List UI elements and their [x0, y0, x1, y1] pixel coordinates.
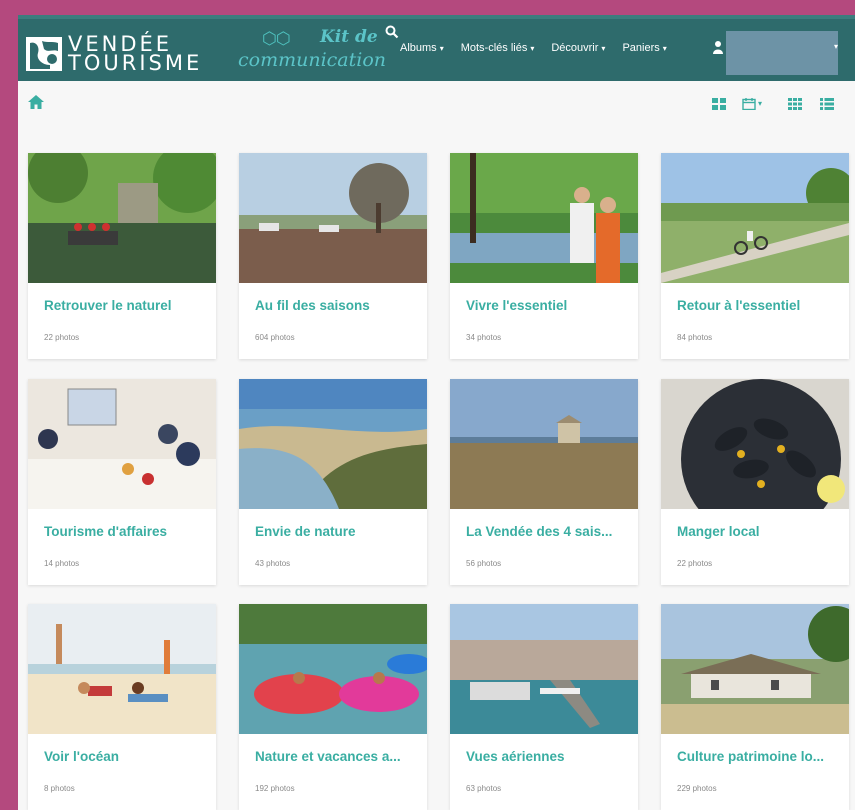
menu-paniers[interactable]: Paniers ▾ — [622, 42, 666, 54]
main-menu: Albums ▾ Mots-clés liés ▾ Découvrir ▾ Panie… — [400, 42, 684, 54]
album-card[interactable]: Voir l'océan 8 photos — [28, 604, 216, 810]
campsite-photo — [239, 153, 427, 283]
app-window: VENDÉE TOURISME ⬡⬡ Kit de communication … — [18, 15, 855, 810]
album-card[interactable]: Nature et vacances a... 192 photos — [239, 604, 427, 810]
album-title: Manger local — [677, 524, 760, 539]
harbour-aerial-photo — [450, 604, 638, 734]
chevron-down-icon: ▾ — [662, 44, 667, 53]
top-navbar: VENDÉE TOURISME ⬡⬡ Kit de communication … — [18, 15, 855, 81]
album-photo-count: 84 photos — [677, 333, 713, 342]
album-title: Au fil des saisons — [255, 298, 370, 313]
album-title: La Vendée des 4 sais... — [466, 524, 613, 539]
chevron-down-icon: ▾ — [530, 44, 535, 53]
album-card[interactable]: Manger local 22 photos — [661, 379, 849, 585]
album-title: Vues aériennes — [466, 749, 565, 764]
album-photo-count: 34 photos — [466, 333, 502, 342]
search-icon[interactable] — [385, 25, 399, 39]
kit-communication-badge[interactable]: ⬡⬡ Kit de communication — [236, 25, 386, 75]
user-menu[interactable] — [726, 31, 838, 75]
water-park-photo — [239, 604, 427, 734]
album-title: Retour à l'essentiel — [677, 298, 801, 313]
album-card[interactable]: Retrouver le naturel 22 photos — [28, 153, 216, 359]
album-title: Tourisme d'affaires — [44, 524, 167, 539]
album-photo-count: 14 photos — [44, 559, 80, 568]
album-photo-count: 8 photos — [44, 784, 75, 793]
home-icon[interactable] — [28, 95, 44, 109]
album-title: Culture patrimoine lo... — [677, 749, 825, 764]
vendee-tourisme-logo[interactable]: VENDÉE TOURISME — [26, 34, 226, 75]
album-photo-count: 604 photos — [255, 333, 295, 342]
kit-title: Kit de — [320, 27, 378, 47]
chevron-down-icon: ▾ — [601, 44, 606, 53]
chevron-down-icon: ▾ — [439, 44, 444, 53]
cycling-path-photo — [661, 153, 849, 283]
list-view-icon[interactable] — [820, 98, 834, 110]
album-photo-count: 43 photos — [255, 559, 291, 568]
album-card[interactable]: Retour à l'essentiel 84 photos — [661, 153, 849, 359]
thumbnail-view-icon[interactable] — [712, 98, 726, 110]
album-card[interactable]: Au fil des saisons 604 photos — [239, 153, 427, 359]
album-card[interactable]: Tourisme d'affaires 14 photos — [28, 379, 216, 585]
mussels-photo — [661, 379, 849, 509]
menu-mots-cles[interactable]: Mots-clés liés ▾ — [461, 42, 535, 54]
album-card[interactable]: La Vendée des 4 sais... 56 photos — [450, 379, 638, 585]
vendee-logo-icon — [26, 37, 62, 71]
album-title: Envie de nature — [255, 524, 356, 539]
meeting-room-photo — [28, 379, 216, 509]
album-photo-count: 229 photos — [677, 784, 717, 793]
album-photo-count: 63 photos — [466, 784, 502, 793]
calendar-chevron-icon[interactable]: ▾ — [758, 99, 772, 111]
couple-lake-photo — [450, 153, 638, 283]
river-canoe-photo — [28, 153, 216, 283]
album-card[interactable]: Vues aériennes 63 photos — [450, 604, 638, 810]
menu-paniers-label: Paniers — [622, 42, 660, 54]
album-title: Vivre l'essentiel — [466, 298, 568, 313]
grid-view-icon[interactable] — [788, 98, 802, 110]
album-photo-count: 56 photos — [466, 559, 502, 568]
album-photo-count: 22 photos — [44, 333, 80, 342]
menu-decouvrir[interactable]: Découvrir ▾ — [551, 42, 605, 54]
estuary-aerial-photo — [239, 379, 427, 509]
beach-family-photo — [28, 604, 216, 734]
calendar-icon[interactable] — [742, 98, 756, 110]
album-title: Nature et vacances a... — [255, 749, 401, 764]
menu-albums-label: Albums — [400, 42, 437, 54]
coastal-chapel-photo — [450, 379, 638, 509]
album-card[interactable]: Vivre l'essentiel 34 photos — [450, 153, 638, 359]
album-photo-count: 192 photos — [255, 784, 295, 793]
brand-wordmark: VENDÉE TOURISME — [68, 34, 203, 75]
menu-mots-cles-label: Mots-clés liés — [460, 42, 528, 54]
album-title: Voir l'océan — [44, 749, 119, 764]
brand-line-2: TOURISME — [68, 51, 203, 75]
album-card[interactable]: Envie de nature 43 photos — [239, 379, 427, 585]
album-photo-count: 22 photos — [677, 559, 713, 568]
kit-subtitle: communication — [238, 49, 387, 71]
toolbar: ▾ — [18, 81, 855, 125]
menu-albums[interactable]: Albums ▾ — [400, 42, 444, 54]
hexagon-icon: ⬡⬡ — [262, 29, 291, 48]
user-menu-chevron-icon[interactable]: ▾ — [834, 42, 838, 51]
menu-decouvrir-label: Découvrir — [551, 42, 599, 54]
album-card[interactable]: Culture patrimoine lo... 229 photos — [661, 604, 849, 810]
user-icon[interactable] — [713, 40, 723, 54]
album-title: Retrouver le naturel — [44, 298, 172, 313]
thatched-cottage-photo — [661, 604, 849, 734]
